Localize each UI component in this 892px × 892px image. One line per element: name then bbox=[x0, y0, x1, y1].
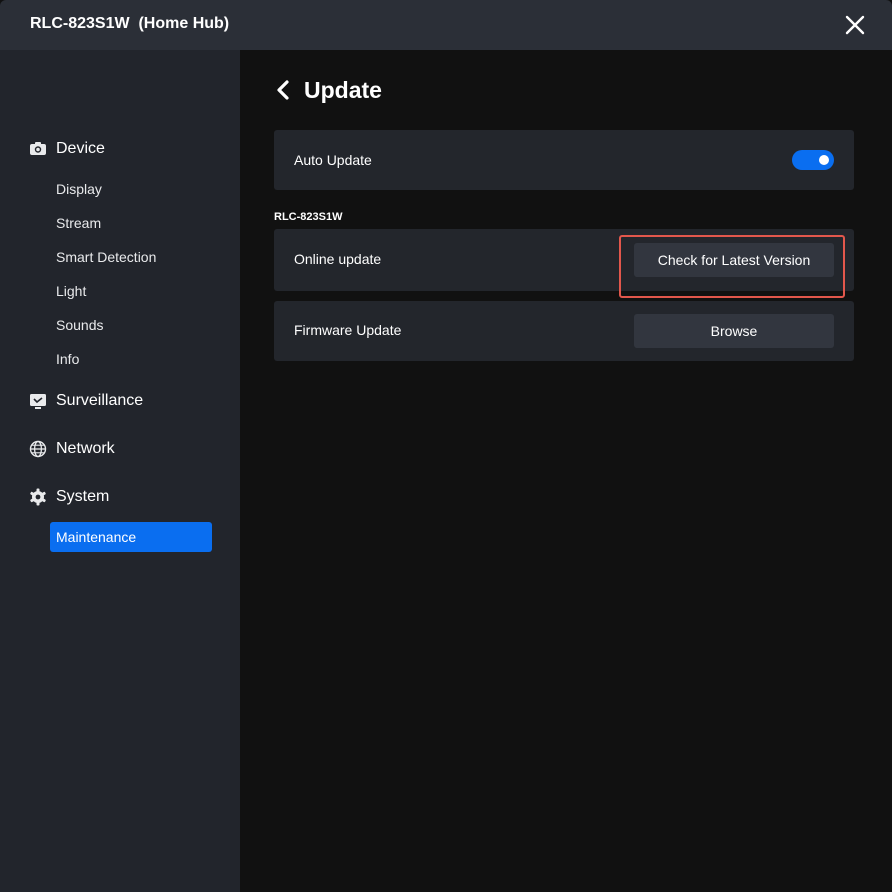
sidebar-item-stream[interactable]: Stream bbox=[56, 214, 101, 232]
page-title: Update bbox=[304, 76, 382, 103]
sidebar-item-maintenance[interactable]: Maintenance bbox=[50, 522, 212, 552]
auto-update-toggle[interactable] bbox=[792, 150, 834, 170]
camera-icon bbox=[28, 140, 47, 159]
sidebar-section-label: Surveillance bbox=[56, 392, 144, 409]
sidebar-section-device[interactable]: Device bbox=[28, 138, 105, 160]
firmware-update-label: Firmware Update bbox=[294, 322, 402, 338]
sidebar-section-label: Device bbox=[56, 140, 105, 157]
online-update-label: Online update bbox=[294, 251, 382, 267]
sidebar-section-label: Network bbox=[56, 440, 115, 457]
sidebar: Device Display Stream Smart Detection Li… bbox=[0, 50, 240, 892]
auto-update-row: Auto Update bbox=[274, 130, 854, 190]
globe-icon bbox=[28, 440, 47, 459]
sidebar-item-info[interactable]: Info bbox=[56, 350, 79, 368]
window-title: RLC-823S1W (Home Hub) bbox=[30, 15, 230, 32]
check-latest-version-button[interactable]: Check for Latest Version bbox=[634, 243, 834, 277]
main-panel: Update Auto Update RLC-823S1W Online upd… bbox=[240, 50, 892, 892]
monitor-icon bbox=[28, 392, 47, 411]
auto-update-label: Auto Update bbox=[294, 152, 372, 168]
back-arrow-icon[interactable] bbox=[276, 79, 292, 101]
sidebar-item-sounds[interactable]: Sounds bbox=[56, 316, 103, 334]
page-header: Update bbox=[276, 77, 382, 103]
settings-window: RLC-823S1W (Home Hub) Device Display Str… bbox=[0, 0, 892, 892]
sidebar-item-smart-detection[interactable]: Smart Detection bbox=[56, 248, 156, 266]
sidebar-item-display[interactable]: Display bbox=[56, 180, 102, 198]
close-icon[interactable] bbox=[844, 14, 866, 36]
sidebar-item-light[interactable]: Light bbox=[56, 282, 86, 300]
gear-icon bbox=[28, 488, 47, 507]
sidebar-section-surveillance[interactable]: Surveillance bbox=[28, 390, 143, 412]
title-bar: RLC-823S1W (Home Hub) bbox=[0, 0, 892, 50]
browse-button[interactable]: Browse bbox=[634, 314, 834, 348]
toggle-knob bbox=[819, 155, 829, 165]
sidebar-section-system[interactable]: System bbox=[28, 486, 109, 508]
device-name-heading: RLC-823S1W bbox=[274, 211, 343, 223]
sidebar-section-network[interactable]: Network bbox=[28, 438, 115, 460]
online-update-row: Online update Check for Latest Version bbox=[274, 229, 854, 291]
sidebar-section-label: System bbox=[56, 488, 110, 505]
firmware-update-row: Firmware Update Browse bbox=[274, 301, 854, 361]
